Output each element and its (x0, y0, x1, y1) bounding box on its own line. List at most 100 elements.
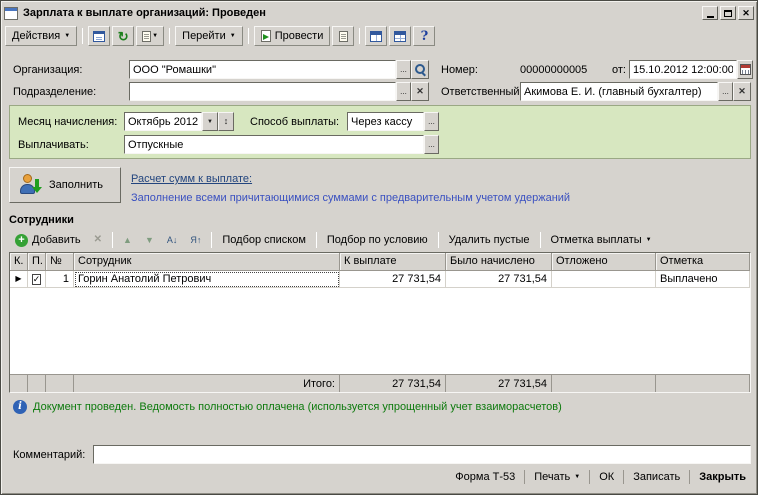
minimize-icon (706, 15, 714, 18)
fill-hint-text: Заполнение всеми причитающимися суммами … (131, 192, 571, 204)
row-topay-cell[interactable]: 27 731,54 (340, 271, 446, 288)
posting-report-button[interactable] (332, 26, 355, 46)
info-icon: i (13, 400, 27, 414)
refresh-button[interactable]: ↻ (112, 26, 135, 46)
grid-icon (370, 30, 383, 42)
ok-button[interactable]: ОК (594, 469, 619, 485)
status-line: i Документ проведен. Ведомость полностью… (13, 400, 562, 414)
chevron-down-icon: ▼ (152, 33, 159, 39)
method-ellipsis-button[interactable]: ... (424, 112, 439, 131)
footer-separator (623, 470, 625, 484)
comment-label: Комментарий: (13, 449, 86, 461)
department-ellipsis-button[interactable]: ... (396, 82, 411, 101)
post-label: Провести (274, 30, 324, 42)
responsible-clear-button[interactable]: ✕ (733, 82, 751, 101)
department-clear-button[interactable]: ✕ (411, 82, 429, 101)
number-label: Номер: (441, 64, 478, 76)
row-check-cell[interactable]: ✓ (28, 271, 46, 288)
print-label: Печать (534, 471, 571, 483)
row-mark-cell[interactable]: Выплачено (656, 271, 750, 288)
maximize-button[interactable] (720, 6, 736, 20)
window-title: Зарплата к выплате организаций: Проведен (23, 7, 266, 19)
move-down-button[interactable]: ▼ (139, 230, 160, 250)
row-deferred-cell[interactable] (552, 271, 656, 288)
checkbox-checked-icon: ✓ (31, 273, 42, 285)
close-button[interactable]: ✕ (738, 6, 754, 20)
footer-separator (524, 470, 526, 484)
add-icon: + (15, 233, 28, 247)
col-header-employee: Сотрудник (74, 253, 340, 271)
post-button[interactable]: Провести (253, 26, 331, 46)
row-accrued-cell[interactable]: 27 731,54 (446, 271, 552, 288)
org-ellipsis-button[interactable]: ... (396, 60, 411, 79)
document-copy-icon (142, 30, 152, 42)
row-num-cell[interactable]: 1 (46, 271, 74, 288)
close-document-button[interactable]: Закрыть (694, 469, 751, 485)
employees-toolbar: + Добавить ✕ ▲ ▼ А↓ Я↑ Подбор списком По… (9, 230, 751, 250)
status-message: Документ проведен. Ведомость полностью о… (33, 401, 562, 413)
list-settings-button[interactable] (389, 26, 412, 46)
pick-condition-button[interactable]: Подбор по условию (321, 230, 434, 250)
chevron-down-icon: ▼ (207, 118, 213, 125)
row-marker-cell[interactable]: ▶ (10, 271, 28, 288)
pay-ellipsis-button[interactable]: ... (424, 135, 439, 154)
remove-empty-button[interactable]: Удалить пустые (443, 230, 536, 250)
calc-sums-link[interactable]: Расчет сумм к выплате: (131, 173, 252, 185)
comment-input[interactable] (93, 445, 751, 464)
employees-section-title: Сотрудники (9, 214, 74, 226)
add-row-button[interactable]: + Добавить (9, 230, 87, 250)
clear-icon: ✕ (416, 86, 424, 96)
document-icon (338, 30, 348, 42)
responsible-input[interactable] (520, 82, 718, 101)
fill-button-label: Заполнить (49, 179, 104, 191)
sort-desc-icon: Я↑ (190, 234, 202, 245)
move-up-button[interactable]: ▲ (117, 230, 138, 250)
form-t53-button[interactable]: Форма Т-53 (450, 469, 520, 485)
sort-asc-button[interactable]: А↓ (161, 230, 184, 250)
save-button[interactable]: Записать (628, 469, 685, 485)
chevron-down-icon: ▼ (229, 33, 236, 39)
goto-menu-button[interactable]: Перейти ▼ (175, 26, 243, 46)
col-header-num: № (46, 253, 74, 271)
spin-icon: ↕ (223, 116, 229, 126)
month-spin-button[interactable]: ↕ (218, 112, 234, 131)
open-form-button[interactable] (88, 26, 111, 46)
sort-desc-button[interactable]: Я↑ (184, 230, 207, 250)
pay-mark-menu-button[interactable]: Отметка выплаты ▼ (545, 230, 658, 250)
date-calendar-button[interactable] (737, 60, 753, 79)
org-label: Организация: (13, 64, 83, 76)
responsible-ellipsis-button[interactable]: ... (718, 82, 733, 101)
copy-menu-button[interactable]: ▼ (136, 26, 165, 46)
print-menu-button[interactable]: Печать ▼ (529, 469, 585, 485)
document-window: Зарплата к выплате организаций: Проведен… (0, 0, 758, 495)
fill-button[interactable]: Заполнить (9, 167, 121, 203)
total-empty-cell (552, 374, 656, 392)
row-employee-cell[interactable]: Горин Анатолий Петрович (74, 271, 340, 288)
method-input[interactable] (347, 112, 424, 131)
month-dropdown-button[interactable]: ▼ (202, 112, 218, 131)
movements-button[interactable] (365, 26, 388, 46)
goto-label: Перейти (182, 30, 226, 42)
pick-list-label: Подбор списком (222, 234, 306, 246)
toolbar-separator (169, 28, 171, 44)
titlebar[interactable]: Зарплата к выплате организаций: Проведен… (4, 4, 754, 22)
actions-menu-button[interactable]: Действия ▼ (5, 26, 78, 46)
minimize-button[interactable] (702, 6, 718, 20)
pay-mark-label: Отметка выплаты (550, 234, 642, 246)
arrow-down-icon: ▼ (144, 234, 154, 245)
department-input[interactable] (129, 82, 396, 101)
delete-row-button[interactable]: ✕ (88, 230, 108, 250)
maximize-icon (724, 9, 732, 17)
pay-input[interactable] (124, 135, 424, 154)
help-button[interactable]: ? (413, 26, 436, 46)
footer-buttons: Форма Т-53 Печать ▼ ОК Записать Закрыть (450, 469, 751, 485)
month-input[interactable] (124, 112, 202, 131)
col-header-deferred: Отложено (552, 253, 656, 271)
pick-list-button[interactable]: Подбор списком (216, 230, 312, 250)
clear-icon: ✕ (738, 86, 746, 96)
date-from-label: от: (612, 64, 626, 76)
date-input[interactable] (629, 60, 737, 79)
sort-asc-icon: А↓ (166, 234, 178, 245)
org-input[interactable] (129, 60, 396, 79)
org-open-button[interactable] (411, 60, 429, 79)
